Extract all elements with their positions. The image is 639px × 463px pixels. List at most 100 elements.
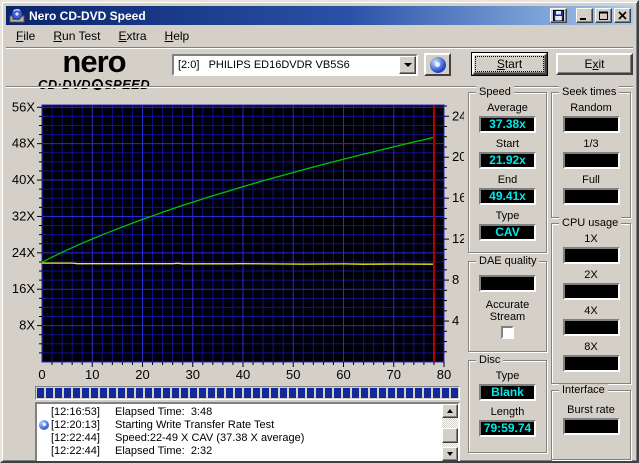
minimize-icon: [580, 18, 586, 20]
cd-icon: [39, 419, 49, 430]
log-row: [12:20:13] Starting Write Transfer Rate T…: [37, 418, 442, 431]
disc-type-display: Blank: [479, 384, 536, 401]
svg-text:0: 0: [38, 367, 45, 382]
titlebar: Nero CD-DVD Speed: [6, 6, 633, 25]
cpu-8x-display: [562, 355, 620, 372]
svg-text:30: 30: [186, 367, 200, 382]
window-title: Nero CD-DVD Speed: [29, 8, 146, 23]
seek-full-display: [562, 188, 620, 205]
speed-start-label: Start: [495, 138, 520, 150]
seek-1-3-display: [562, 152, 620, 169]
log-timestamp: [12:22:44]: [51, 431, 100, 444]
svg-text:40X: 40X: [12, 172, 35, 187]
group-cpu-usage-fields: 1X 2X 4X 8X: [552, 224, 630, 372]
group-dae-quality: DAE quality Accurate Stream: [468, 255, 547, 352]
cpu-1x-label: 1X: [584, 233, 598, 245]
floppy-icon: [553, 10, 564, 21]
disc-type-label: Type: [495, 370, 520, 382]
menu-item-file[interactable]: File: [7, 27, 44, 45]
maximize-button[interactable]: [595, 8, 612, 23]
log-timestamp: [12:22:44]: [51, 444, 100, 457]
svg-text:24: 24: [452, 108, 464, 123]
log-message: Elapsed Time: 3:48: [115, 405, 213, 418]
seek-random-display: [562, 116, 620, 133]
close-icon: [618, 11, 627, 20]
drive-select-dropdown-button[interactable]: [399, 56, 416, 74]
log-timestamp: [12:20:13]: [51, 418, 100, 431]
svg-text:48X: 48X: [12, 136, 35, 151]
log-disc-icon: [37, 419, 51, 430]
minimize-button[interactable]: [576, 8, 593, 23]
seek-random-label: Random: [570, 102, 612, 114]
svg-text:16X: 16X: [12, 281, 35, 296]
log-row: [12:22:44] Speed:22-49 X CAV (37.38 X ave…: [37, 431, 442, 444]
app-icon: [9, 8, 25, 23]
log-row: [12:16:53] Elapsed Time: 3:48: [37, 405, 442, 418]
cpu-2x-label: 2X: [584, 269, 598, 281]
scroll-down-button[interactable]: [442, 447, 458, 461]
group-seek-times-fields: Random 1/3 Full: [552, 93, 630, 205]
svg-text:40: 40: [236, 367, 250, 382]
close-button[interactable]: [614, 8, 631, 23]
group-disc: Disc Type Blank Length 79:59.74: [468, 354, 547, 453]
speed-type-display: CAV: [479, 224, 536, 241]
menubar: File Run Test Extra Help: [6, 26, 633, 46]
progress-bar-fill: [37, 388, 458, 398]
speed-average-display: 37.38x: [479, 116, 536, 133]
log-list[interactable]: [12:16:53] Elapsed Time: 3:48 [12:20:13] St…: [35, 402, 460, 461]
drive-select[interactable]: [2:0] PHILIPS ED16DVDR VB5S6: [172, 54, 418, 76]
svg-text:8X: 8X: [19, 318, 35, 333]
transfer-rate-chart: 8X 16X 24X 32X 40X 48X 56X 4 8 12 16 20 24 0 10 20 30 40 5…: [12, 99, 464, 382]
log-scrollbar[interactable]: [442, 404, 458, 461]
window: Nero CD-DVD Speed File Run Test Extra Help: [0, 0, 639, 463]
drive-select-value: [2:0] PHILIPS ED16DVDR VB5S6: [178, 59, 350, 71]
group-seek-times: Seek times Random 1/3 Full: [551, 86, 631, 218]
progress-bar: [35, 386, 460, 400]
cd-icon: [429, 56, 446, 73]
speed-start-display: 21.92x: [479, 152, 536, 169]
speed-end-label: End: [497, 174, 518, 186]
group-speed-fields: Average 37.38x Start 21.92x End 49.41x Type CAV: [469, 93, 546, 241]
cpu-4x-label: 4X: [584, 305, 598, 317]
group-cpu-usage-title: CPU usage: [559, 217, 622, 229]
group-disc-fields: Type Blank Length 79:59.74: [469, 361, 546, 437]
maximize-icon: [599, 11, 608, 20]
disc-info-button[interactable]: [424, 53, 451, 76]
accurate-stream-checkbox[interactable]: [501, 326, 514, 339]
svg-text:16: 16: [452, 190, 464, 205]
log-message: Speed:22-49 X CAV (37.38 X average): [115, 431, 305, 444]
arrow-down-icon: [447, 452, 453, 456]
scroll-up-button[interactable]: [442, 404, 458, 418]
group-dae-quality-fields: Accurate Stream: [469, 262, 546, 339]
accurate-stream-label: Accurate Stream: [485, 299, 530, 323]
log-message: Starting Write Transfer Rate Test: [115, 418, 275, 431]
disc-length-display: 79:59.74: [479, 420, 536, 437]
interface-burst-rate-label: Burst rate: [567, 404, 615, 416]
separator: [6, 86, 633, 88]
svg-text:8: 8: [452, 272, 459, 287]
log-timestamp: [12:16:53]: [51, 405, 100, 418]
menu-item-run-test[interactable]: Run Test: [44, 27, 109, 45]
exit-button[interactable]: Exit: [556, 53, 633, 75]
cpu-4x-display: [562, 319, 620, 336]
svg-text:24X: 24X: [12, 245, 35, 260]
scrollbar-thumb[interactable]: [442, 428, 458, 443]
dae-quality-display: [479, 275, 536, 292]
save-button[interactable]: [550, 8, 567, 23]
group-interface: Interface Burst rate: [551, 384, 631, 460]
log-message: Elapsed Time: 2:32: [115, 444, 213, 457]
menu-item-extra[interactable]: Extra: [110, 27, 156, 45]
nero-logo: nero CD·DVD SPEED: [18, 46, 170, 91]
svg-text:10: 10: [85, 367, 99, 382]
svg-text:56X: 56X: [12, 99, 35, 114]
start-button[interactable]: Start: [472, 53, 547, 75]
svg-text:50: 50: [286, 367, 300, 382]
nero-disc-icon: [91, 79, 103, 90]
group-cpu-usage: CPU usage 1X 2X 4X 8X: [551, 217, 631, 384]
speed-end-display: 49.41x: [479, 188, 536, 205]
speed-type-label: Type: [495, 210, 520, 222]
nero-logo-wordmark: nero: [62, 44, 126, 79]
menu-item-help[interactable]: Help: [156, 27, 199, 45]
group-disc-title: Disc: [476, 354, 504, 366]
svg-text:4: 4: [452, 313, 459, 328]
